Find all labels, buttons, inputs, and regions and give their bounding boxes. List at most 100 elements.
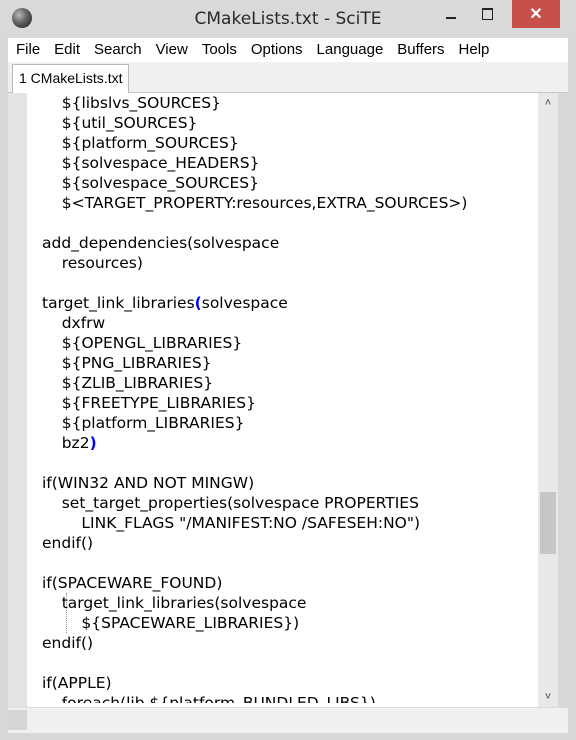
maximize-icon <box>481 8 493 20</box>
code-line[interactable]: if(APPLE) <box>42 673 467 693</box>
minimize-icon <box>446 17 456 19</box>
code-text: endif() <box>42 634 94 652</box>
code-line[interactable]: bz2) <box>42 433 467 453</box>
code-text: ${libslvs_SOURCES} <box>61 94 221 112</box>
code-line[interactable]: $<TARGET_PROPERTY:resources,EXTRA_SOURCE… <box>42 193 468 213</box>
code-text: foreach(lib ${platform_BUNDLED_LIBS}) <box>61 694 376 707</box>
code-text: if(APPLE) <box>42 674 112 692</box>
code-line[interactable]: endif() <box>42 533 467 553</box>
code-line[interactable] <box>42 553 467 573</box>
code-text: ${ZLIB_LIBRARIES} <box>61 374 214 392</box>
code-line[interactable] <box>42 453 467 473</box>
code-line[interactable] <box>42 273 467 293</box>
chevron-up-icon[interactable]: ˄ <box>538 93 558 113</box>
code-line[interactable]: ${util_SOURCES} <box>42 113 467 133</box>
code-line[interactable] <box>42 653 467 673</box>
code-text: $<TARGET_PROPERTY:resources,EXTRA_SOURCE… <box>61 194 468 212</box>
code-line[interactable]: add_dependencies(solvespace <box>42 233 467 253</box>
code-line[interactable]: ${OPENGL_LIBRARIES} <box>42 333 467 353</box>
code-line[interactable]: ${PNG_LIBRARIES} <box>42 353 467 373</box>
title-bar[interactable]: CMakeLists.txt - SciTE ✕ <box>0 0 576 38</box>
code-text: ${SPACEWARE_LIBRARIES}) <box>81 614 300 632</box>
code-line[interactable]: ${platform_LIBRARIES} <box>42 413 467 433</box>
chevron-down-icon[interactable]: ˅ <box>538 687 558 707</box>
brace-highlight: ( <box>194 294 202 312</box>
code-text: ${platform_SOURCES} <box>61 134 239 152</box>
tab-bar: 1 CMakeLists.txt <box>8 62 568 93</box>
code-line[interactable]: ${solvespace_SOURCES} <box>42 173 467 193</box>
bottom-bar <box>8 707 568 733</box>
maximize-button[interactable] <box>469 0 505 28</box>
menu-file[interactable]: File <box>8 38 47 62</box>
close-button[interactable]: ✕ <box>512 0 560 28</box>
code-text: if(WIN32 AND NOT MINGW) <box>42 474 255 492</box>
code-line[interactable]: if(SPACEWARE_FOUND) <box>42 573 467 593</box>
code-lines[interactable]: ${libslvs_SOURCES} ${util_SOURCES} ${pla… <box>42 93 467 707</box>
editor-pane[interactable]: ${libslvs_SOURCES} ${util_SOURCES} ${pla… <box>8 93 538 707</box>
code-line[interactable]: set_target_properties(solvespace PROPERT… <box>42 493 467 513</box>
code-text: ${PNG_LIBRARIES} <box>61 354 212 372</box>
code-text: if(SPACEWARE_FOUND) <box>42 574 223 592</box>
vertical-scrollbar[interactable]: ˄ ˅ <box>538 93 558 707</box>
scrollbar-thumb[interactable] <box>540 492 556 554</box>
code-text: dxfrw <box>61 314 106 332</box>
menu-view[interactable]: View <box>149 38 195 62</box>
code-text: endif() <box>42 534 94 552</box>
code-text: ${util_SOURCES} <box>61 114 198 132</box>
code-line[interactable]: if(WIN32 AND NOT MINGW) <box>42 473 467 493</box>
code-text: resources) <box>61 254 143 272</box>
menu-help[interactable]: Help <box>452 38 497 62</box>
horizontal-scrollbar[interactable] <box>8 710 27 730</box>
code-text: solvespace <box>201 294 288 312</box>
line-margin[interactable] <box>8 93 27 707</box>
code-line[interactable] <box>42 213 467 233</box>
code-line[interactable]: ${libslvs_SOURCES} <box>42 93 467 113</box>
code-text: bz2 <box>61 434 90 452</box>
close-icon: ✕ <box>529 6 543 23</box>
menu-language[interactable]: Language <box>310 38 391 62</box>
code-line[interactable]: ${FREETYPE_LIBRARIES} <box>42 393 467 413</box>
menu-options[interactable]: Options <box>244 38 310 62</box>
code-line[interactable]: resources) <box>42 253 467 273</box>
code-line[interactable]: LINK_FLAGS "/MANIFEST:NO /SAFESEH:NO") <box>42 513 467 533</box>
code-line[interactable]: endif() <box>42 633 467 653</box>
code-text: add_dependencies(solvespace <box>42 234 280 252</box>
brace-highlight: ) <box>89 434 97 452</box>
menu-buffers[interactable]: Buffers <box>390 38 451 62</box>
code-line[interactable]: dxfrw <box>42 313 467 333</box>
code-line[interactable]: ${ZLIB_LIBRARIES} <box>42 373 467 393</box>
code-line[interactable]: target_link_libraries(solvespace <box>42 593 467 613</box>
code-line[interactable]: foreach(lib ${platform_BUNDLED_LIBS}) <box>42 693 467 707</box>
code-line[interactable]: ${SPACEWARE_LIBRARIES}) <box>42 613 467 633</box>
code-text: ${solvespace_SOURCES} <box>61 174 259 192</box>
menu-tools[interactable]: Tools <box>195 38 244 62</box>
menu-edit[interactable]: Edit <box>47 38 87 62</box>
menu-bar: File Edit Search View Tools Options Lang… <box>8 38 568 62</box>
code-line[interactable]: target_link_libraries(solvespace <box>42 293 467 313</box>
code-text: set_target_properties(solvespace PROPERT… <box>61 494 419 512</box>
code-line[interactable]: ${solvespace_HEADERS} <box>42 153 467 173</box>
minimize-button[interactable] <box>433 0 469 28</box>
code-text: ${FREETYPE_LIBRARIES} <box>61 394 256 412</box>
code-text: target_link_libraries <box>42 294 195 312</box>
code-line[interactable]: ${platform_SOURCES} <box>42 133 467 153</box>
menu-search[interactable]: Search <box>87 38 149 62</box>
code-text: LINK_FLAGS "/MANIFEST:NO /SAFESEH:NO") <box>81 514 421 532</box>
tab-cmakelists[interactable]: 1 CMakeLists.txt <box>12 64 130 93</box>
